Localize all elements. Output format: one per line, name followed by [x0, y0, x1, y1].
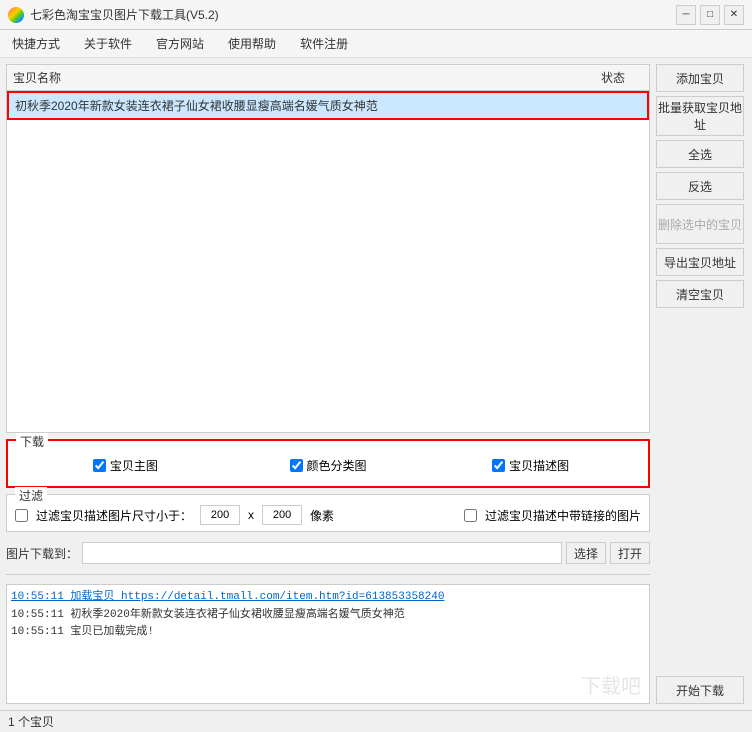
batch-get-button[interactable]: 批量获取宝贝地址	[656, 96, 744, 136]
filter-link-label: 过滤宝贝描述中带链接的图片	[485, 507, 641, 524]
log-section: 10:55:11 加载宝贝 https://detail.tmall.com/i…	[6, 584, 650, 704]
product-table-section: 宝贝名称 状态 初秋季2020年新款女装连衣裙子仙女裙收腰显瘦高端名媛气质女神范	[6, 64, 650, 433]
main-content: 宝贝名称 状态 初秋季2020年新款女装连衣裙子仙女裙收腰显瘦高端名媛气质女神范…	[0, 58, 752, 710]
menu-bar: 快捷方式 关于软件 官方网站 使用帮助 软件注册	[0, 30, 752, 58]
title-bar-left: 七彩色淘宝宝贝图片下载工具(V5.2)	[8, 6, 219, 23]
filter-size-label: 过滤宝贝描述图片尺寸小于：	[36, 507, 192, 524]
filter-size-sep: x	[248, 508, 254, 522]
col-status-header: 状态	[583, 69, 643, 86]
filter-height-input[interactable]	[262, 505, 302, 525]
menu-about[interactable]: 关于软件	[80, 33, 136, 54]
right-panel: 添加宝贝 批量获取宝贝地址 全选 反选 删除选中的宝贝 导出宝贝地址 清空宝贝 …	[656, 64, 746, 704]
app-title: 七彩色淘宝宝贝图片下载工具(V5.2)	[30, 6, 219, 23]
checkbox-color-label: 颜色分类图	[307, 457, 367, 474]
download-section: 下载 宝贝主图 颜色分类图 宝贝描述图	[6, 439, 650, 488]
col-name-header: 宝贝名称	[13, 69, 583, 86]
checkbox-color[interactable]	[290, 459, 303, 472]
log-line-3: 10:55:11 宝贝已加载完成!	[11, 624, 645, 642]
app-icon	[8, 7, 24, 23]
log-line-1: 10:55:11 加载宝贝 https://detail.tmall.com/i…	[11, 589, 645, 607]
minimize-button[interactable]: ─	[676, 5, 696, 25]
add-product-button[interactable]: 添加宝贝	[656, 64, 744, 92]
export-button[interactable]: 导出宝贝地址	[656, 248, 744, 276]
menu-help[interactable]: 使用帮助	[224, 33, 280, 54]
checkbox-desc-label: 宝贝描述图	[509, 457, 569, 474]
right-spacer	[656, 312, 746, 672]
download-checkboxes: 宝贝主图 颜色分类图 宝贝描述图	[16, 453, 640, 478]
path-section: 图片下载到： 选择 打开	[6, 538, 650, 568]
menu-website[interactable]: 官方网站	[152, 33, 208, 54]
delete-selected-button[interactable]: 删除选中的宝贝	[656, 204, 744, 244]
checkbox-desc[interactable]	[492, 459, 505, 472]
menu-register[interactable]: 软件注册	[296, 33, 352, 54]
left-panel: 宝贝名称 状态 初秋季2020年新款女装连衣裙子仙女裙收腰显瘦高端名媛气质女神范…	[6, 64, 650, 704]
checkbox-color-item: 颜色分类图	[227, 457, 430, 474]
filter-size-checkbox[interactable]	[15, 509, 28, 522]
deselect-button[interactable]: 反选	[656, 172, 744, 200]
select-all-button[interactable]: 全选	[656, 140, 744, 168]
table-header: 宝贝名称 状态	[7, 65, 649, 91]
status-text: 1 个宝贝	[8, 713, 54, 730]
path-label: 图片下载到：	[6, 545, 78, 562]
select-path-button[interactable]: 选择	[566, 542, 606, 564]
filter-size-unit: 像素	[310, 507, 334, 524]
table-row[interactable]: 初秋季2020年新款女装连衣裙子仙女裙收腰显瘦高端名媛气质女神范	[7, 91, 649, 120]
filter-section-label: 过滤	[15, 487, 47, 504]
separator	[6, 574, 650, 578]
title-bar: 七彩色淘宝宝贝图片下载工具(V5.2) ─ □ ✕	[0, 0, 752, 30]
window-controls: ─ □ ✕	[676, 5, 744, 25]
checkbox-main-item: 宝贝主图	[24, 457, 227, 474]
menu-shortcuts[interactable]: 快捷方式	[8, 33, 64, 54]
clear-button[interactable]: 清空宝贝	[656, 280, 744, 308]
table-body: 初秋季2020年新款女装连衣裙子仙女裙收腰显瘦高端名媛气质女神范	[7, 91, 649, 120]
download-section-label: 下载	[16, 433, 48, 450]
filter-link-checkbox[interactable]	[464, 509, 477, 522]
filter-width-input[interactable]	[200, 505, 240, 525]
log-line-2: 10:55:11 初秋季2020年新款女装连衣裙子仙女裙收腰显瘦高端名媛气质女神…	[11, 607, 645, 625]
product-status	[581, 97, 641, 114]
status-bar: 1 个宝贝	[0, 710, 752, 732]
filter-section: 过滤 过滤宝贝描述图片尺寸小于： x 像素 过滤宝贝描述中带链接的图片	[6, 494, 650, 532]
checkbox-desc-item: 宝贝描述图	[429, 457, 632, 474]
row-inner: 初秋季2020年新款女装连衣裙子仙女裙收腰显瘦高端名媛气质女神范	[15, 97, 641, 114]
open-path-button[interactable]: 打开	[610, 542, 650, 564]
path-input[interactable]	[82, 542, 562, 564]
watermark: 下载吧	[581, 670, 641, 699]
close-button[interactable]: ✕	[724, 5, 744, 25]
filter-row: 过滤宝贝描述图片尺寸小于： x 像素 过滤宝贝描述中带链接的图片	[15, 505, 641, 525]
start-download-button[interactable]: 开始下载	[656, 676, 744, 704]
maximize-button[interactable]: □	[700, 5, 720, 25]
checkbox-main-label: 宝贝主图	[110, 457, 158, 474]
product-name: 初秋季2020年新款女装连衣裙子仙女裙收腰显瘦高端名媛气质女神范	[15, 97, 581, 114]
checkbox-main[interactable]	[93, 459, 106, 472]
